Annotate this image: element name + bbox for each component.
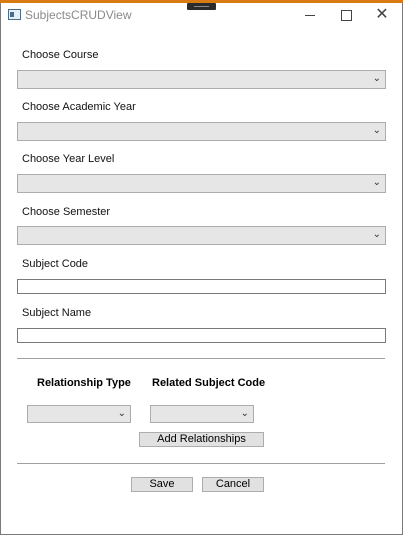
minimize-button[interactable]: [296, 4, 324, 26]
add-relationships-button[interactable]: Add Relationships: [139, 432, 264, 447]
maximize-button[interactable]: [332, 4, 360, 26]
divider: [17, 358, 385, 359]
academic-year-label: Choose Academic Year: [22, 101, 136, 113]
maximize-icon: [340, 9, 352, 21]
close-button[interactable]: ✕: [368, 4, 396, 26]
title-bar[interactable]: SubjectsCRUDView ✕: [0, 0, 403, 30]
save-button[interactable]: Save: [131, 477, 193, 492]
academic-year-combobox[interactable]: ⌄: [17, 122, 386, 141]
relationship-type-combobox[interactable]: ⌄: [27, 405, 131, 423]
subject-name-label: Subject Name: [22, 307, 92, 319]
chevron-down-icon: ⌄: [372, 177, 381, 188]
app-icon: [8, 9, 21, 20]
related-subject-code-combobox[interactable]: ⌄: [150, 405, 254, 423]
cancel-button[interactable]: Cancel: [202, 477, 264, 492]
divider: [17, 463, 385, 464]
course-combobox[interactable]: ⌄: [17, 70, 386, 89]
year-level-label: Choose Year Level: [22, 153, 115, 165]
close-icon: ✕: [375, 6, 389, 23]
relationship-type-header: Relationship Type: [37, 377, 131, 389]
chevron-down-icon: ⌄: [240, 408, 249, 419]
subject-name-input[interactable]: [17, 328, 386, 343]
minimize-icon: [305, 14, 315, 16]
semester-label: Choose Semester: [22, 206, 111, 218]
related-subject-code-header: Related Subject Code: [152, 377, 266, 389]
course-label: Choose Course: [22, 49, 99, 61]
subject-code-input[interactable]: [17, 279, 386, 294]
chevron-down-icon: ⌄: [117, 408, 126, 419]
year-level-combobox[interactable]: ⌄: [17, 174, 386, 193]
window-title: SubjectsCRUDView: [25, 8, 132, 22]
semester-combobox[interactable]: ⌄: [17, 226, 386, 245]
chevron-down-icon: ⌄: [372, 229, 381, 240]
subject-code-label: Subject Code: [22, 258, 89, 270]
chevron-down-icon: ⌄: [372, 125, 381, 136]
chevron-down-icon: ⌄: [372, 73, 381, 84]
